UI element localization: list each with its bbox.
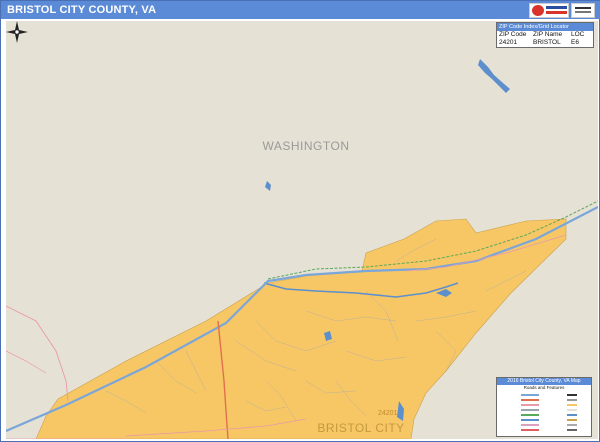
- legend-subtitle: Roads and Features: [523, 385, 565, 390]
- zip-table-header-row: ZIP Code ZIP Name LOC: [497, 31, 593, 39]
- legend-row: [499, 427, 591, 432]
- map-legend: 2016 Bristol City County, VA Map Roads a…: [496, 377, 592, 437]
- zip-header-loc: LOC: [571, 31, 585, 38]
- legend-rows: [499, 392, 591, 432]
- zip-header-name: ZIP Name: [533, 31, 563, 38]
- bristol-city-area: [35, 218, 567, 439]
- page-title: BRISTOL CITY COUNTY, VA: [1, 1, 600, 19]
- secondary-logo-icon: [571, 3, 595, 18]
- zip-label: 24201: [378, 410, 398, 417]
- publisher-logo-icon: [529, 3, 569, 18]
- compass-rose-icon: [6, 21, 28, 43]
- legend-title: 2016 Bristol City County, VA Map: [497, 378, 591, 385]
- county-road-west: [6, 350, 47, 374]
- zip-cell-code: 24201: [499, 39, 518, 46]
- zip-index-table: ZIP Code Index/Grid Locator ZIP Code ZIP…: [496, 22, 594, 48]
- table-row: 24201 BRISTOL E6: [497, 39, 593, 47]
- map-frame: BRISTOL CITY COUNTY, VA WASHINGTON 24201…: [0, 0, 600, 442]
- city-label-bristol: BRISTOL CITY: [317, 421, 405, 435]
- county-label-washington: WASHINGTON: [262, 139, 350, 153]
- major-road-2: [6, 305, 69, 402]
- zip-table-title: ZIP Code Index/Grid Locator: [497, 23, 593, 31]
- lake-north: [478, 59, 510, 93]
- zip-cell-loc: E6: [571, 39, 579, 46]
- zip-cell-name: BRISTOL: [533, 39, 561, 46]
- lake-small: [265, 181, 271, 191]
- zip-header-code: ZIP Code: [499, 31, 527, 38]
